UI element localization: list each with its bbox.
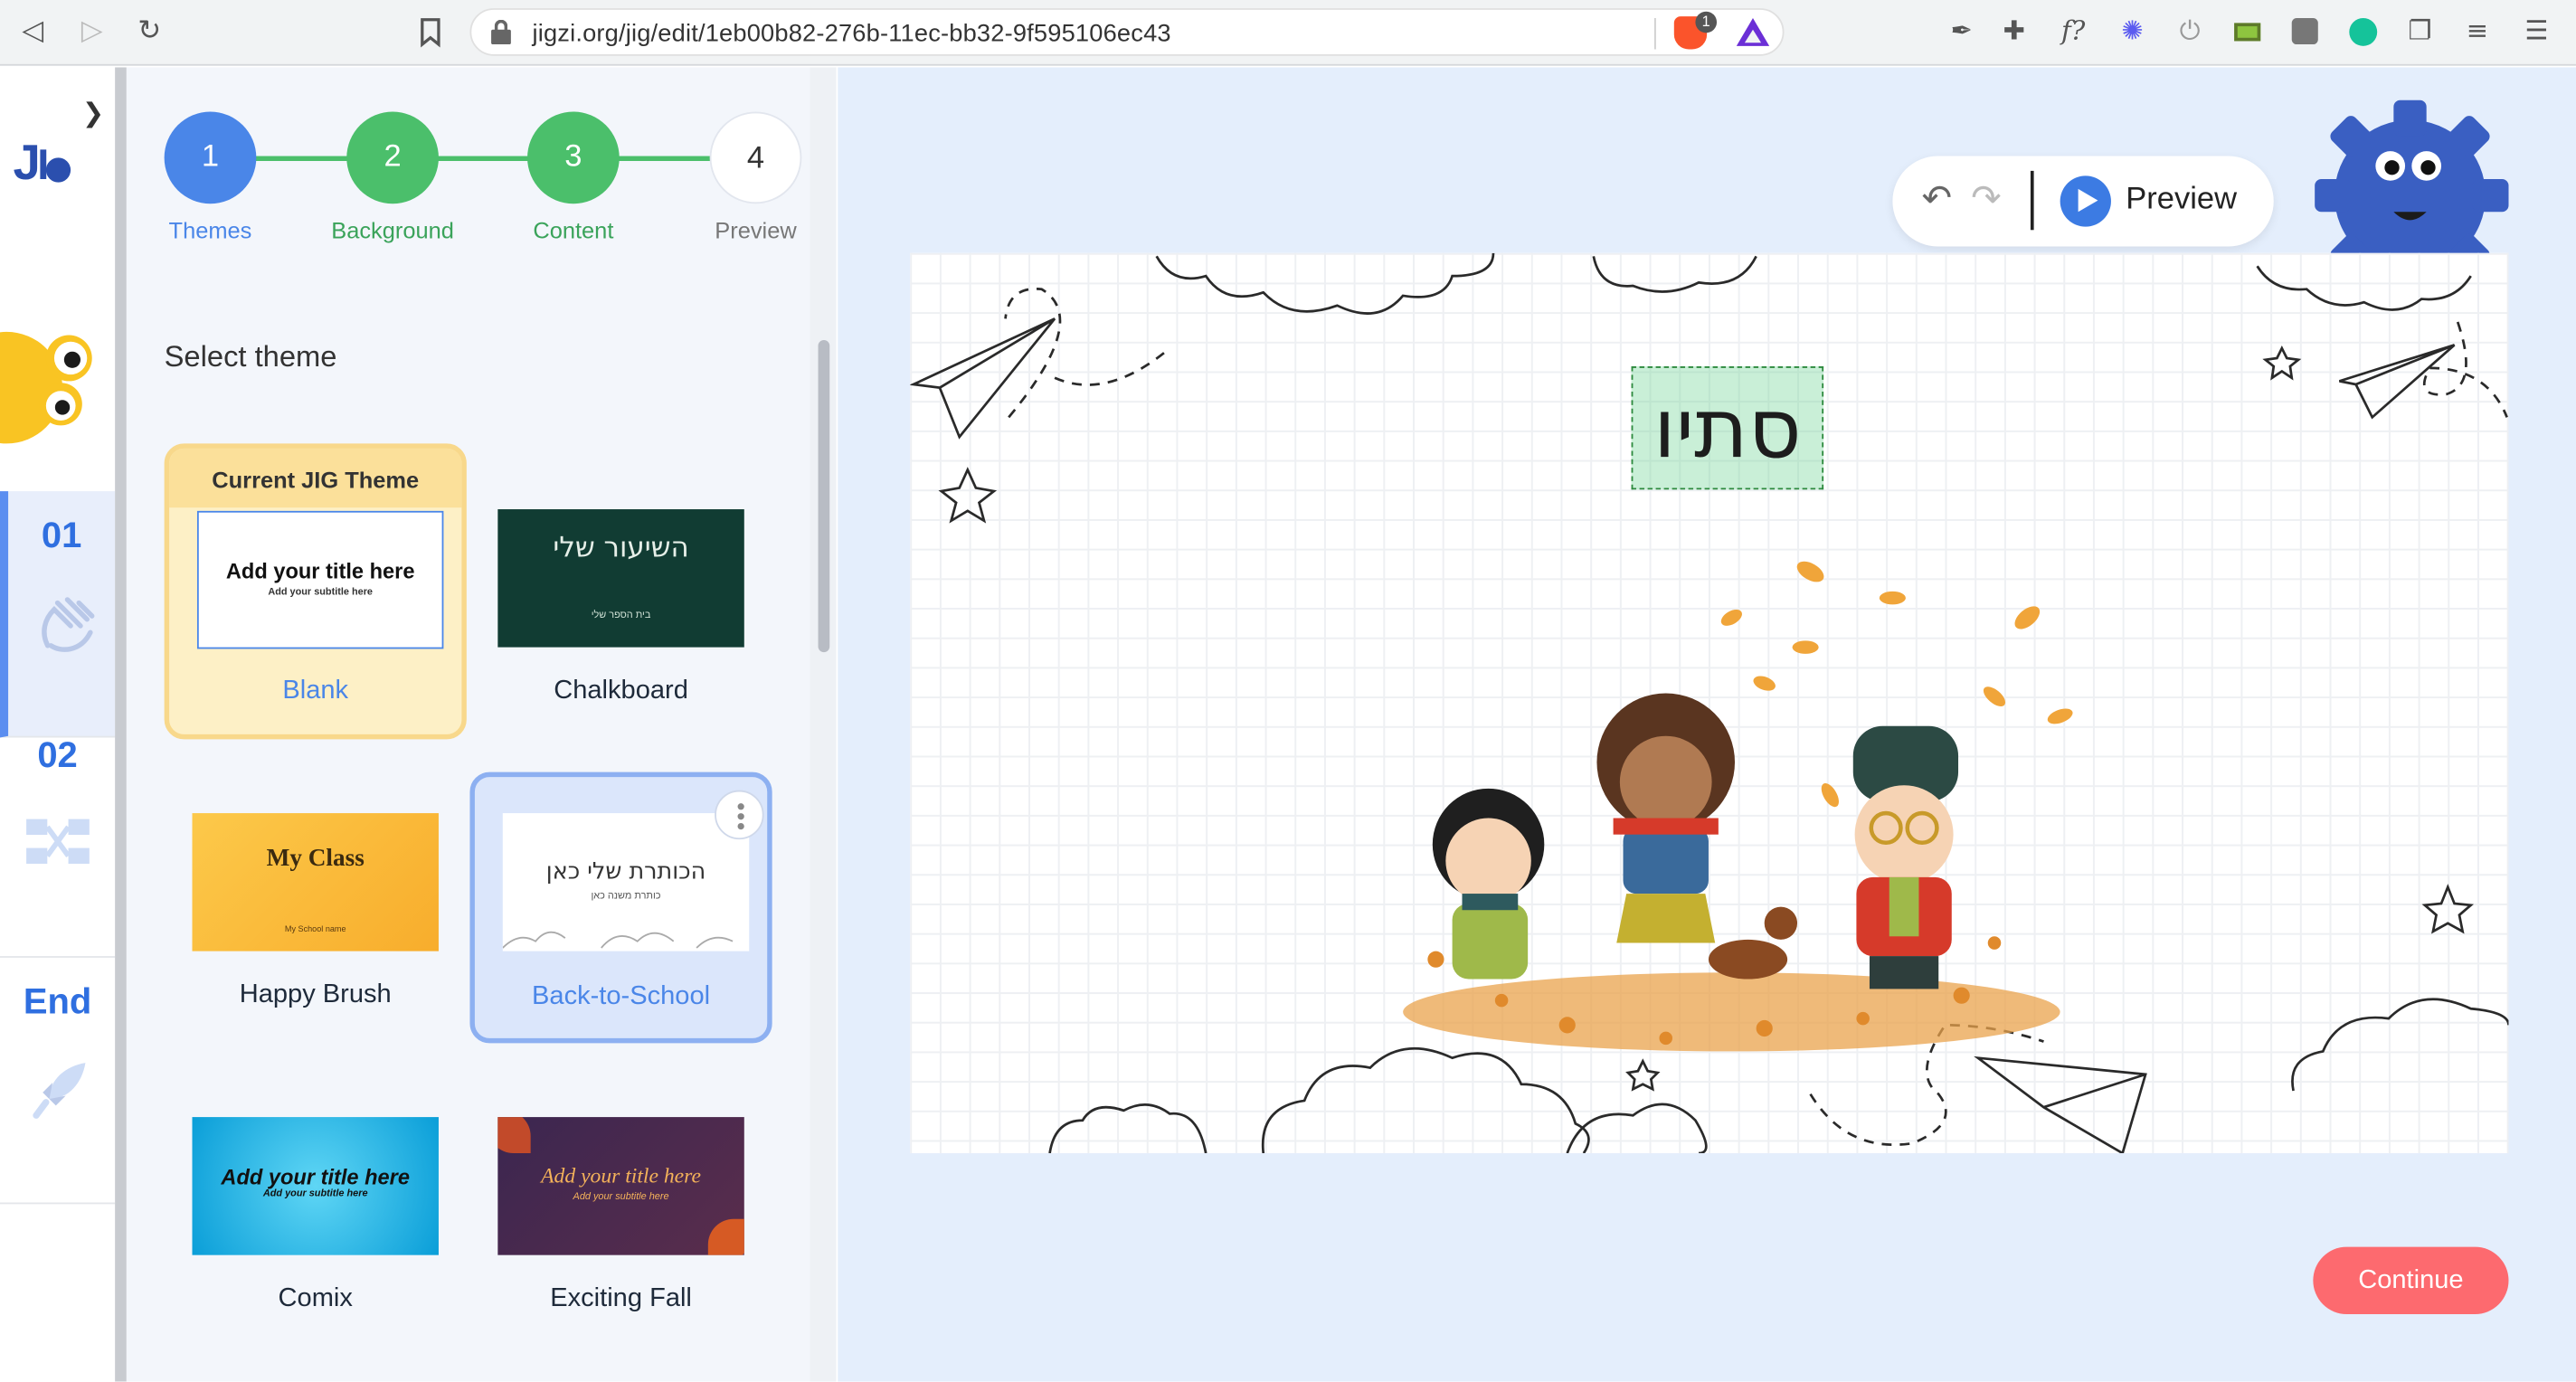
step-label: Content bbox=[533, 216, 614, 243]
thumb-title: הכותרת שלי כאן bbox=[545, 858, 706, 885]
theme-name: Exciting Fall bbox=[550, 1284, 692, 1313]
step-number: 2 bbox=[346, 111, 439, 204]
preview-button[interactable]: Preview bbox=[2126, 183, 2237, 219]
theme-name: Chalkboard bbox=[554, 677, 688, 705]
theme-card-back-to-school[interactable]: הכותרת שלי כאן כותרת משנה כאן Back-to-Sc… bbox=[469, 771, 772, 1044]
media-queue-icon[interactable]: ≡ bbox=[2461, 14, 2494, 47]
step-label: Preview bbox=[715, 216, 797, 243]
asterisk-extension-icon[interactable]: ✺ bbox=[2116, 14, 2148, 47]
jigzi-mascot-icon bbox=[0, 331, 92, 444]
theme-name: Blank bbox=[282, 677, 349, 705]
step-number: 4 bbox=[709, 111, 802, 204]
step-preview[interactable]: 4 Preview bbox=[709, 111, 802, 243]
scrollbar-thumb[interactable] bbox=[818, 339, 830, 653]
reload-icon[interactable]: ↻ bbox=[129, 14, 169, 53]
theme-card-blank[interactable]: Current JIG Theme Add your title here Ad… bbox=[164, 443, 467, 740]
back-arrow-icon[interactable]: ◁ bbox=[14, 14, 53, 53]
thumb-title: Add your title here bbox=[225, 558, 415, 583]
formula-extension-icon[interactable]: f? bbox=[2057, 14, 2089, 47]
grammarly-icon[interactable] bbox=[2346, 14, 2379, 47]
brave-rewards-icon[interactable] bbox=[1736, 17, 1770, 46]
current-theme-badge: Current JIG Theme bbox=[169, 448, 462, 508]
step-label: Background bbox=[331, 216, 454, 243]
lock-icon bbox=[491, 19, 511, 45]
thumb-subtitle: Add your subtitle here bbox=[268, 588, 374, 599]
theme-name: Happy Brush bbox=[239, 980, 392, 1009]
module-sidebar: ❯ JI 01 02 End bbox=[0, 67, 116, 1382]
theme-card-comix[interactable]: Add your title here Add your subtitle he… bbox=[165, 1056, 467, 1352]
section-number: End bbox=[23, 980, 92, 1022]
theme-thumbnail: My Class My School name bbox=[192, 813, 439, 951]
thumb-title: Add your title here bbox=[541, 1162, 701, 1188]
theme-thumbnail: Add your title here Add your subtitle he… bbox=[192, 1117, 439, 1255]
theme-name: Comix bbox=[278, 1284, 353, 1313]
sidebar-scrollbar[interactable] bbox=[115, 67, 127, 1382]
theme-card-exciting-fall[interactable]: Add your title here Add your subtitle he… bbox=[469, 1056, 772, 1352]
thumb-title: My Class bbox=[266, 846, 365, 873]
step-label: Themes bbox=[168, 216, 252, 243]
step-connector bbox=[210, 156, 756, 161]
step-number: 3 bbox=[527, 111, 620, 204]
puzzle-extensions-icon[interactable]: ❐ bbox=[2403, 14, 2436, 47]
theme-thumbnail: Add your title here Add your subtitle he… bbox=[497, 1117, 744, 1255]
sidebar-section-02[interactable]: 02 bbox=[0, 711, 116, 958]
shields-count-badge: 1 bbox=[1695, 11, 1718, 33]
step-navigation: 1 Themes 2 Background 3 Content 4 Previe… bbox=[164, 111, 822, 260]
panel-scrollbar[interactable] bbox=[810, 67, 837, 1382]
address-bar[interactable]: jigzi.org/jig/edit/1eb00b82-276b-11ec-bb… bbox=[469, 8, 1785, 56]
move-cross-icon[interactable]: ✚ bbox=[1998, 14, 2031, 47]
cloud-border-icon bbox=[502, 931, 734, 949]
waving-hand-icon bbox=[42, 597, 95, 652]
url-text: jigzi.org/jig/edit/1eb00b82-276b-11ec-bb… bbox=[532, 19, 1171, 48]
chevron-right-icon[interactable]: ❯ bbox=[82, 97, 104, 128]
user-extension-icon[interactable] bbox=[2288, 14, 2321, 47]
step-themes[interactable]: 1 Themes bbox=[164, 111, 257, 243]
jigzi-logo[interactable]: JI bbox=[14, 137, 71, 193]
thumb-subtitle: Add your subtitle here bbox=[573, 1192, 669, 1203]
continue-button[interactable]: Continue bbox=[2313, 1246, 2509, 1315]
theme-thumbnail: Add your title here Add your subtitle he… bbox=[196, 510, 444, 649]
thumb-subtitle: My School name bbox=[284, 924, 346, 935]
section-number: 02 bbox=[37, 734, 78, 776]
eyedropper-icon[interactable]: ✒ bbox=[1945, 14, 1977, 47]
theme-thumbnail: השיעור שלי בית הספר שלי bbox=[497, 509, 744, 648]
sidebar-section-01[interactable]: 01 bbox=[0, 491, 116, 738]
module-diagram-icon bbox=[26, 819, 90, 865]
canvas-text[interactable]: סתיו bbox=[1633, 378, 1822, 480]
thumb-title: Add your title here bbox=[221, 1164, 411, 1190]
browser-toolbar: ◁ ▷ ↻ jigzi.org/jig/edit/1eb00b82-276b-1… bbox=[0, 0, 2576, 66]
rocket-icon bbox=[33, 1063, 86, 1119]
section-number: 01 bbox=[41, 514, 82, 555]
canvas-text-box[interactable]: סתיו bbox=[1631, 366, 1824, 490]
theme-options-menu-icon[interactable] bbox=[715, 790, 764, 840]
history-preview-toolbar: ↶ ↷ Preview bbox=[1892, 156, 2274, 247]
thumb-subtitle: בית הספר שלי bbox=[591, 611, 651, 621]
thumb-title: השיעור שלי bbox=[553, 532, 689, 565]
thumb-subtitle: כותרת משנה כאן bbox=[591, 892, 661, 903]
thumb-subtitle: Add your subtitle here bbox=[262, 1189, 368, 1199]
browser-menu-icon[interactable]: ☰ bbox=[2520, 14, 2552, 47]
bookmark-icon[interactable] bbox=[419, 18, 441, 48]
forward-arrow-icon[interactable]: ▷ bbox=[72, 14, 112, 53]
step-content[interactable]: 3 Content bbox=[527, 111, 620, 243]
play-icon[interactable] bbox=[2060, 175, 2111, 227]
theme-card-happy-brush[interactable]: My Class My School name Happy Brush bbox=[165, 753, 467, 1048]
sidebar-section-end[interactable]: End bbox=[0, 958, 116, 1205]
theme-card-chalkboard[interactable]: השיעור שלי בית הספר שלי Chalkboard bbox=[469, 449, 772, 744]
cube-extension-icon[interactable] bbox=[2231, 14, 2264, 47]
panel-title: Select theme bbox=[164, 339, 337, 374]
undo-icon[interactable]: ↶ bbox=[1916, 179, 1958, 222]
theme-thumbnail: הכותרת שלי כאן כותרת משנה כאן bbox=[502, 813, 750, 951]
power-extension-icon[interactable]: ⏻ bbox=[2174, 14, 2206, 47]
step-background[interactable]: 2 Background bbox=[331, 111, 454, 243]
theme-name: Back-to-School bbox=[532, 982, 711, 1011]
redo-icon[interactable]: ↷ bbox=[1965, 179, 2007, 222]
step-number: 1 bbox=[164, 111, 257, 204]
brave-shields-icon[interactable]: 1 bbox=[1673, 11, 1718, 50]
